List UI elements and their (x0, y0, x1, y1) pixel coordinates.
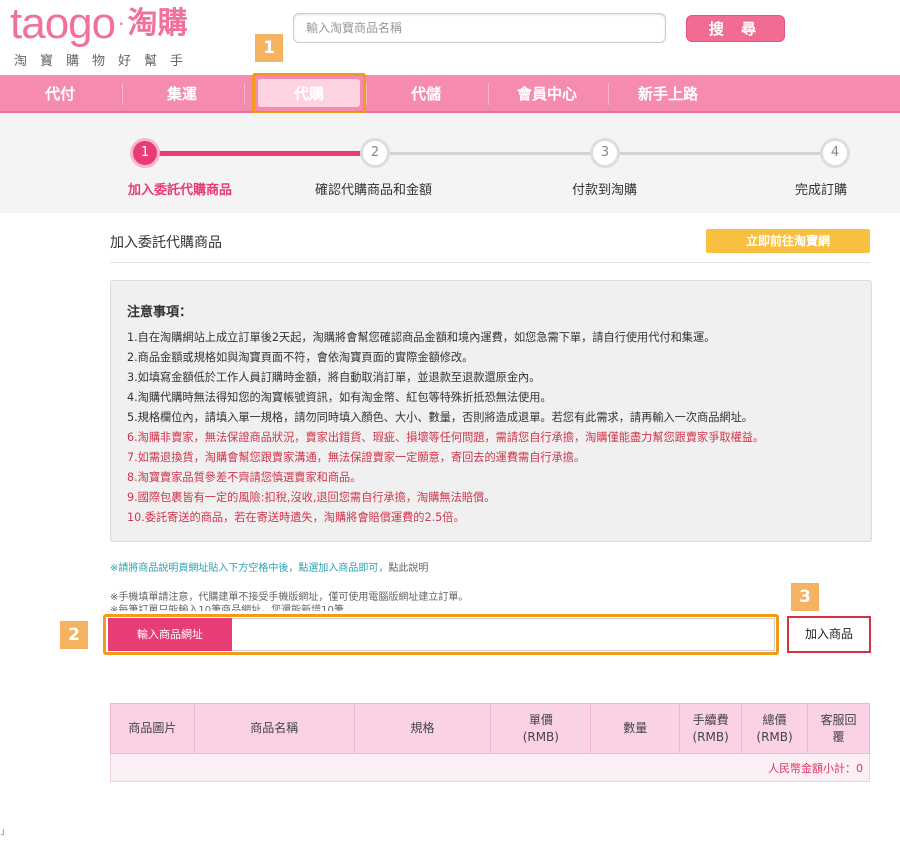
product-table: 商品圖片 商品名稱 規格 單價 (RMB) 數量 手續費 (RMB) 總價 (RMB)… (110, 703, 870, 782)
nav-item-member[interactable]: 會員中心 (488, 75, 606, 113)
limit-hint: ※每筆訂單只能輸入10筆商品網址，您還能新增10筆 (110, 605, 344, 611)
stepper-track-progress (145, 151, 375, 156)
step-circle-3: 3 (590, 138, 620, 168)
notice-item-warning: 6.淘購非賣家，無法保證商品狀況，賣家出錯貨、瑕疵、損壞等任何問題，需請您自行承… (127, 431, 765, 444)
step-circle-4: 4 (820, 138, 850, 168)
logo-dot: · (118, 12, 125, 36)
url-label: 輸入商品網址 (108, 618, 232, 651)
notice-item-warning: 7.如需退換貨，淘購會幫您跟賣家溝通，無法保證賣家一定願意，寄回去的運費需自行承… (127, 451, 586, 464)
step-badge-2: 2 (60, 621, 88, 649)
section-title: 加入委託代購商品 (110, 235, 222, 251)
step-label-1: 加入委託代購商品 (128, 183, 233, 198)
notice-item-warning: 8.淘寶賣家品質參差不齊請您慎選賣家和商品。 (127, 471, 362, 484)
step-badge-3: 3 (791, 583, 819, 611)
col-name: 商品名稱 (193, 703, 355, 754)
nav-item-pay[interactable]: 代付 (0, 75, 120, 113)
highlight-box-nav (252, 73, 366, 115)
col-spec: 規格 (353, 703, 492, 754)
nav-item-guide[interactable]: 新手上路 (608, 75, 728, 113)
step-circle-2: 2 (360, 138, 390, 168)
go-taobao-button[interactable]: 立即前往淘寶網 (706, 229, 870, 253)
step-label-2: 確認代購商品和金額 (315, 183, 433, 198)
table-header-row: 商品圖片 商品名稱 規格 單價 (RMB) 數量 手續費 (RMB) 總價 (RMB)… (110, 703, 870, 754)
notice-title: 注意事項： (127, 305, 193, 320)
nav-item-shipping[interactable]: 集運 (122, 75, 242, 113)
notice-item-warning: 10.委託寄送的商品，若在寄送時遺失，淘購將會賠償運費的2.5倍。 (127, 511, 465, 524)
notice-item: 3.如填寫金額低於工作人員訂購時金額，將自動取消訂單，並退款至退款還原金內。 (127, 371, 541, 384)
col-image: 商品圖片 (110, 703, 195, 754)
col-total: 總價 (RMB) (741, 703, 809, 754)
step-badge-1: 1 (255, 34, 283, 62)
logo-text-zh: 淘購 (127, 6, 188, 41)
help-link[interactable]: 點此說明 (388, 563, 428, 574)
notice-item: 5.規格欄位內，請填入單一規格，請勿同時填入顏色、大小、數量，否則將造成退單。若… (127, 411, 753, 424)
step-label-3: 付款到淘購 (572, 183, 638, 198)
add-product-button[interactable]: 加入商品 (787, 616, 871, 653)
subtotal-text: 人民幣金額小計：0 (110, 753, 870, 782)
notice-item: 2.商品金額或規格如與淘寶頁面不符，會依淘寶頁面的實際金額修改。 (127, 351, 474, 364)
step-label-4: 完成訂購 (795, 183, 848, 198)
notice-item: 4.淘購代購時無法得知您的淘寶帳號資訊，如有淘金幣、紅包等特殊折抵恐無法使用。 (127, 391, 552, 404)
footer-mark: ˩ (0, 828, 5, 838)
logo-text-en: taogo (10, 0, 116, 48)
table-subtotal-row: 人民幣金額小計：0 (110, 753, 870, 782)
paste-hint: ※請將商品說明頁網址貼入下方空格中後，點選加入商品即可，點此說明 (110, 559, 428, 574)
col-quantity: 數量 (590, 703, 681, 754)
col-service-reply: 客服回覆 (807, 703, 870, 754)
col-unit-price: 單價 (RMB) (490, 703, 592, 754)
notice-item-warning: 9.國際包裹皆有一定的風險:扣稅,沒收,退回您需自行承擔，淘購無法賠償。 (127, 491, 496, 504)
site-logo[interactable]: taogo · 淘購 (10, 0, 188, 48)
search-input[interactable]: 輸入淘寶商品名稱 (293, 13, 666, 43)
product-url-input[interactable] (232, 618, 775, 651)
main-nav: 代付 集運 代儲 會員中心 新手上路 (0, 75, 900, 113)
site-slogan: 淘寶購物好幫手 (14, 54, 197, 69)
notice-item: 1.自在淘購網站上成立訂單後2天起，淘購將會幫您確認商品金額和境內運費，如您急需… (127, 331, 716, 344)
notice-box: 注意事項： 1.自在淘購網站上成立訂單後2天起，淘購將會幫您確認商品金額和境內運… (110, 280, 872, 542)
col-fee: 手續費 (RMB) (679, 703, 743, 754)
step-circle-1: 1 (130, 138, 160, 168)
paste-hint-text: ※請將商品說明頁網址貼入下方空格中後，點選加入商品即可， (110, 563, 389, 574)
nav-divider (244, 83, 245, 105)
nav-item-storage[interactable]: 代儲 (366, 75, 486, 113)
search-button[interactable]: 搜 尋 (686, 15, 785, 42)
section-divider (110, 262, 870, 263)
